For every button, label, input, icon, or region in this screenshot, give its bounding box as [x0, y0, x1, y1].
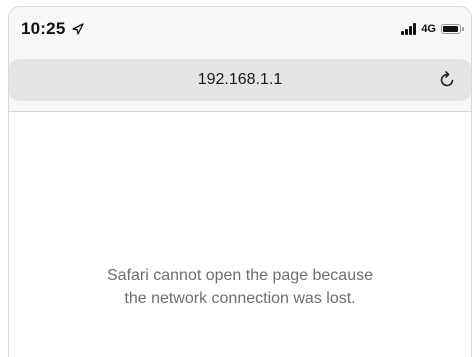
status-bar: 10:25 4G — [9, 7, 471, 51]
battery-icon — [441, 24, 464, 34]
address-bar-url[interactable]: 192.168.1.1 — [9, 71, 471, 89]
address-bar[interactable]: 192.168.1.1 — [9, 59, 471, 101]
error-message-line-2: the network connection was lost. — [124, 290, 356, 307]
location-arrow-icon — [72, 23, 84, 35]
cellular-signal-icon — [401, 23, 417, 35]
status-indicators: 4G — [401, 21, 464, 37]
reload-icon[interactable] — [437, 70, 457, 90]
network-type: 4G — [421, 23, 436, 35]
status-time: 10:25 — [21, 19, 66, 38]
error-message-line-1: Safari cannot open the page because — [107, 267, 373, 284]
error-message: Safari cannot open the page because the … — [9, 264, 471, 310]
phone-screen: 10:25 4G 192.168.1.1 Safari cannot open … — [8, 6, 472, 357]
page-content: Safari cannot open the page because the … — [9, 112, 471, 357]
